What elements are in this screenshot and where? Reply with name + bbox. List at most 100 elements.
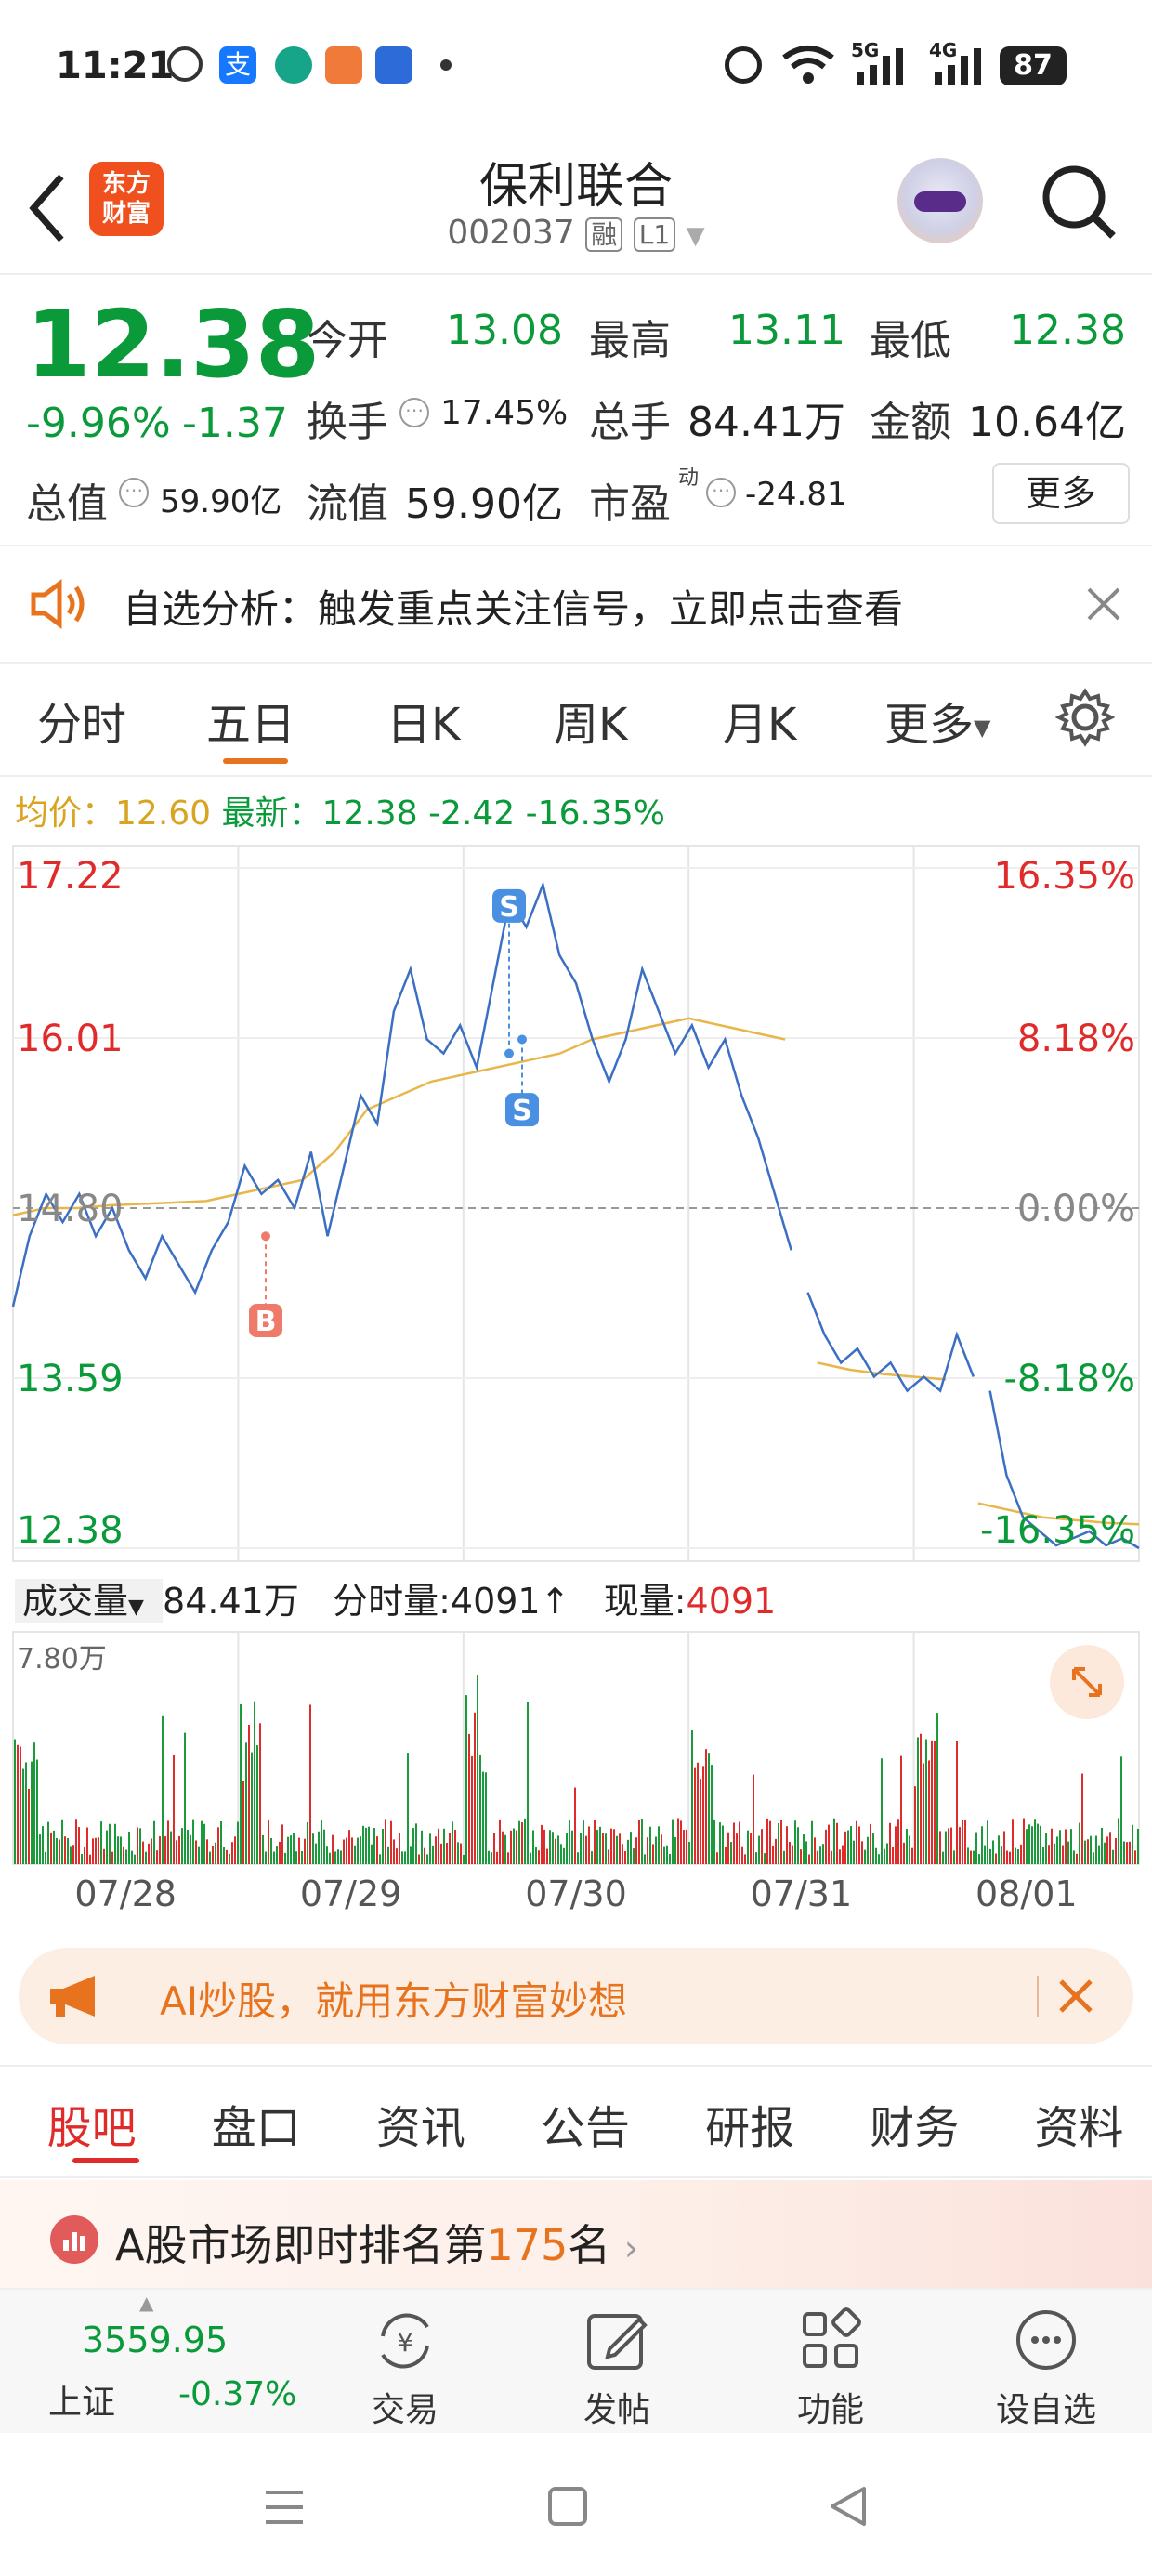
volume-bar [1076, 1853, 1078, 1864]
volume-bar [856, 1820, 857, 1864]
volume-bar [878, 1854, 880, 1864]
volume-bar [583, 1820, 584, 1864]
index-change[interactable]: -0.37% [178, 2375, 296, 2413]
more-dots-icon[interactable]: ⋯ [399, 398, 429, 427]
section-tab[interactable]: 资料 [1006, 2091, 1152, 2156]
more-button[interactable]: 更多 [992, 463, 1130, 524]
volume-bar [98, 1837, 99, 1864]
back-triangle-icon[interactable] [827, 2483, 870, 2530]
alarm-icon [725, 46, 762, 84]
volume-bar [482, 1771, 484, 1864]
section-tab[interactable]: 财务 [842, 2091, 988, 2156]
tab-daily-k[interactable]: 日K [386, 688, 460, 753]
volume-bar [184, 1732, 186, 1864]
home-icon[interactable] [546, 2485, 589, 2528]
volume-bar [870, 1823, 871, 1864]
ai-ad-banner[interactable]: AI炒股，就用东方财富妙想 [19, 1948, 1133, 2044]
volume-bar [627, 1839, 629, 1864]
volume-bar [373, 1828, 375, 1864]
volume-bar [1001, 1846, 1002, 1864]
section-tab[interactable]: 盘口 [183, 2091, 329, 2156]
volume-bar [290, 1835, 292, 1864]
y-axis-percent-label: -16.35% [980, 1509, 1135, 1552]
mobile-icon [275, 46, 312, 84]
volume-chart[interactable] [0, 1626, 1152, 1896]
volume-selector-label: 成交量 [22, 1581, 129, 1622]
more-dots-icon[interactable]: ⋯ [706, 478, 736, 507]
signal-4g-icon [935, 48, 981, 85]
section-tab[interactable]: 股吧 [19, 2091, 164, 2156]
tab-five-day[interactable]: 五日 [206, 688, 295, 753]
function-button[interactable]: 功能 [784, 2383, 877, 2431]
latest-change: -2.42 [428, 795, 516, 833]
add-watchlist-button[interactable]: 设自选 [981, 2383, 1111, 2431]
volume-bar [14, 1739, 16, 1864]
section-tab[interactable]: 资讯 [347, 2091, 493, 2156]
section-tab[interactable]: 研报 [677, 2091, 823, 2156]
alipay-icon: 支 [219, 46, 256, 84]
expand-icon[interactable] [1050, 1645, 1124, 1719]
high-value: 13.11 [728, 307, 845, 354]
add-watchlist-icon[interactable] [1013, 2307, 1080, 2373]
volume-selector[interactable]: 成交量▼ [15, 1579, 164, 1623]
menu-icon[interactable] [262, 2487, 307, 2528]
rank-row[interactable]: A股市场即时排名第175名 › [0, 2180, 1152, 2288]
volume-header: 成交量▼ 84.41万 分时量:4091↑ 现量:4091 [15, 1572, 776, 1623]
post-edit-icon[interactable] [583, 2307, 650, 2373]
volume-bar [53, 1830, 55, 1864]
five-day-price-chart[interactable]: 17.22 16.35% 16.01 8.18% 14.80 0.00% 13.59 -8.1… [0, 836, 1152, 1571]
volume-bar [1051, 1828, 1053, 1864]
trade-button[interactable]: 交易 [359, 2383, 452, 2431]
more-dots-icon[interactable]: ⋯ [119, 478, 149, 507]
volume-bar [351, 1837, 353, 1864]
index-name[interactable]: 上证 [48, 2375, 115, 2424]
volume-bar [281, 1824, 283, 1864]
volume-bar [884, 1848, 885, 1864]
tab-more[interactable]: 更多▼ [884, 688, 990, 753]
tab-weekly-k[interactable]: 周K [554, 688, 627, 753]
caret-down-icon: ▼ [974, 715, 991, 741]
stock-code-row[interactable]: 002037 融 L1 ▼ [0, 214, 1152, 252]
volume-bar [31, 1761, 33, 1864]
volume-bar [1070, 1829, 1072, 1864]
index-value[interactable]: 3559.95 [82, 2320, 228, 2360]
robot-avatar-icon[interactable] [897, 158, 983, 243]
search-icon[interactable] [1039, 162, 1119, 242]
close-icon[interactable] [1085, 585, 1122, 623]
latest-percent: -16.35% [525, 795, 665, 833]
tab-monthly-k[interactable]: 月K [723, 688, 796, 753]
trade-icon[interactable]: ¥ [370, 2308, 440, 2373]
chart-info-line: 均价：12.60 最新：12.38 -2.42 -16.35% [15, 786, 665, 835]
low-value: 12.38 [1009, 307, 1126, 354]
volume-bar [262, 1834, 264, 1864]
volume-bar [510, 1830, 512, 1864]
volume-bar [474, 1712, 476, 1864]
section-tab[interactable]: 公告 [512, 2091, 658, 2156]
volume-bar [1079, 1822, 1080, 1864]
volume-bar [89, 1854, 91, 1864]
volume-bar [719, 1822, 721, 1864]
volume-bar [1137, 1828, 1139, 1864]
post-button[interactable]: 发帖 [570, 2383, 663, 2431]
chat-icon [167, 46, 203, 82]
volume-bar [270, 1838, 272, 1864]
volume-bar [998, 1835, 1000, 1864]
close-icon[interactable] [1055, 1976, 1096, 2017]
volume-bar [713, 1819, 715, 1864]
float-cap-value: 59.90亿 [405, 480, 563, 528]
tab-intraday[interactable]: 分时 [37, 688, 126, 753]
trade-marker-label: B [255, 1306, 277, 1338]
volume-bar [596, 1829, 598, 1864]
volume-bar [1087, 1839, 1089, 1864]
volume-bar [1009, 1851, 1011, 1864]
volume-bar [226, 1849, 228, 1864]
volume-bar [797, 1827, 799, 1864]
volume-bar [368, 1826, 370, 1864]
volume-bar [588, 1826, 590, 1864]
function-grid-icon[interactable] [797, 2307, 864, 2373]
header-divider [0, 273, 1152, 275]
settings-gear-icon[interactable] [1055, 688, 1115, 747]
volume-bar [800, 1849, 802, 1864]
tick-volume-label: 分时量: [333, 1581, 451, 1622]
analysis-banner[interactable]: 自选分析：触发重点关注信号，立即点击查看 [0, 546, 1152, 662]
